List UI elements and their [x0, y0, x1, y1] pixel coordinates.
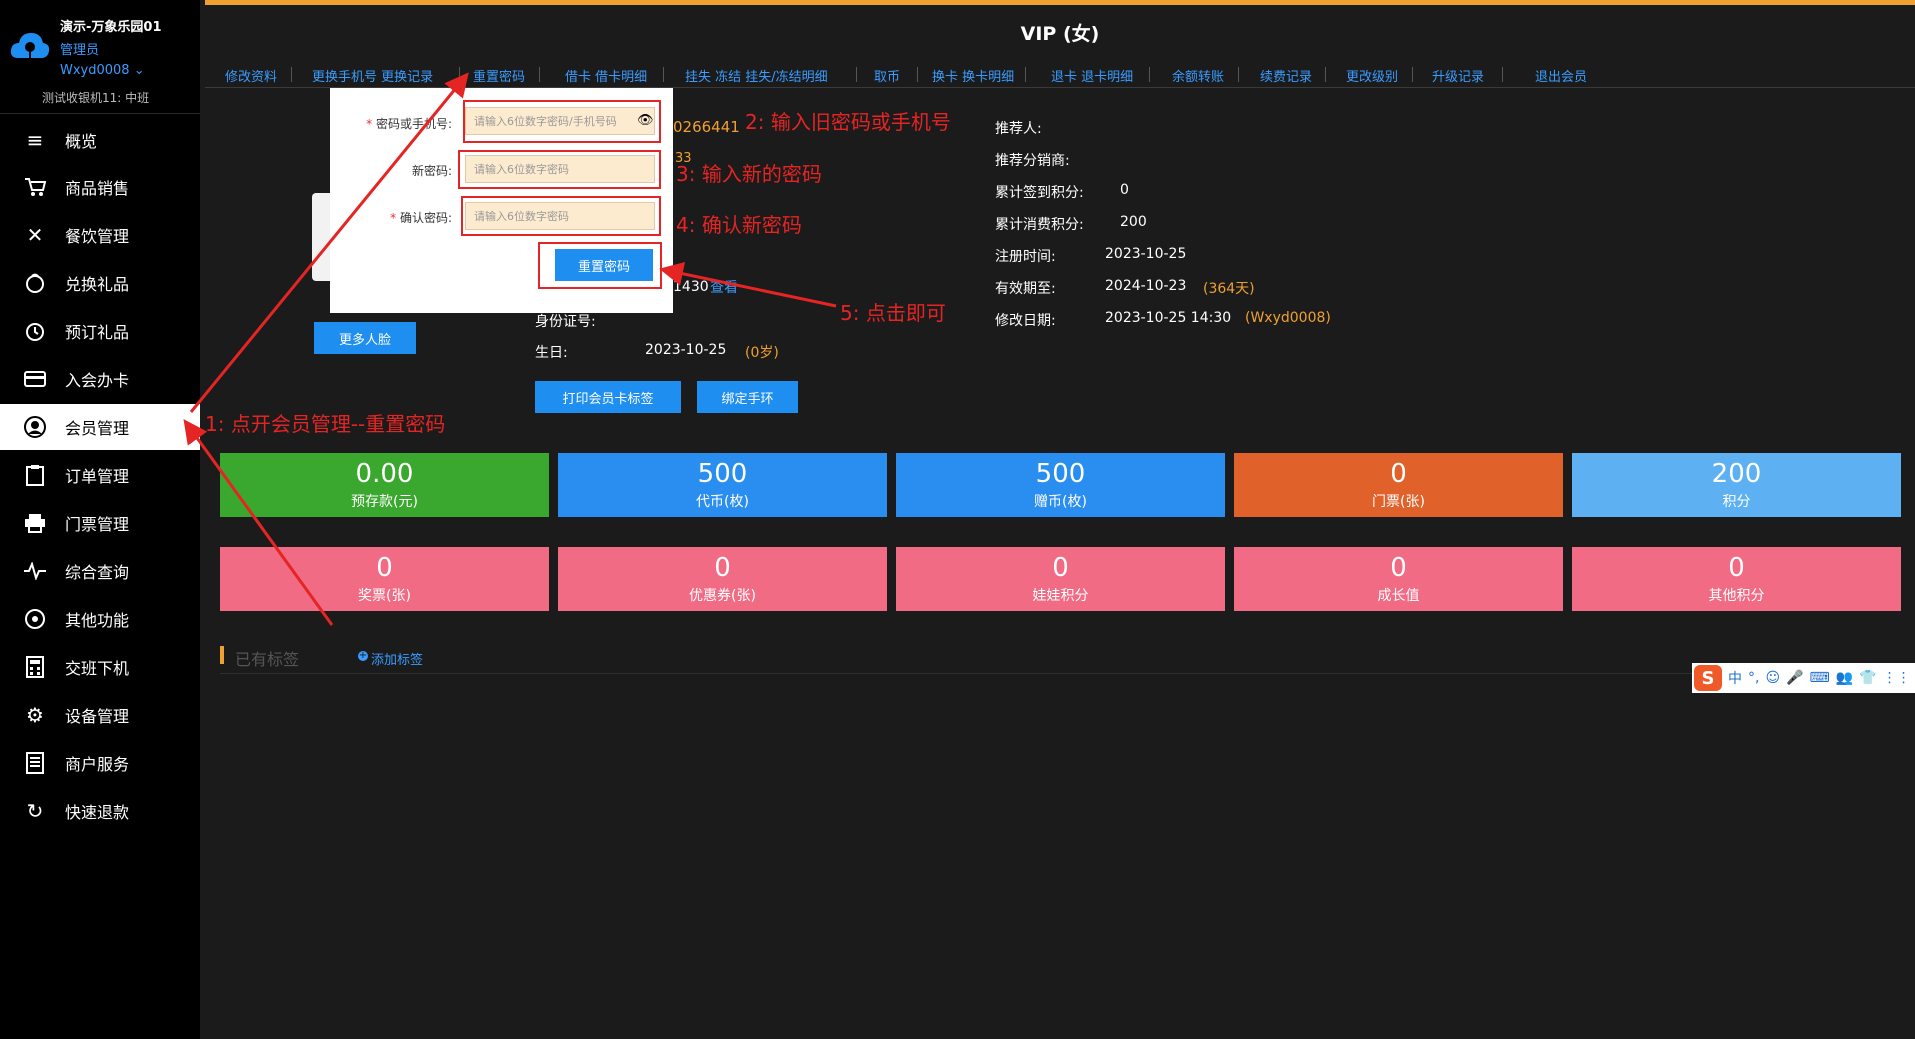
app-screen: 演示-万象乐园01 管理员 Wxyd0008 ⌄ 测试收银机11: 中班 ≡ 概… — [0, 0, 1915, 1039]
keyboard-icon[interactable]: ⌨ — [1810, 670, 1830, 686]
arrow-to-member-menu — [183, 419, 334, 626]
arrow-to-submit-button — [659, 261, 837, 308]
shirt-icon[interactable]: 👕 — [1859, 670, 1876, 686]
arrow-to-reset-tab — [189, 72, 469, 413]
annotation-arrows — [183, 72, 837, 626]
ime-toolbar[interactable]: S 中 °, ☺ 🎤 ⌨ 👥 👕 ⋮⋮ — [1692, 663, 1915, 693]
sogou-logo-icon: S — [1694, 665, 1722, 691]
grid-icon[interactable]: ⋮⋮ — [1883, 670, 1911, 686]
punctuation-icon[interactable]: °, — [1748, 670, 1759, 686]
microphone-icon[interactable]: 🎤 — [1786, 670, 1803, 686]
language-toggle[interactable]: 中 — [1728, 668, 1742, 688]
users-icon[interactable]: 👥 — [1836, 670, 1853, 686]
emoji-icon[interactable]: ☺ — [1765, 670, 1780, 686]
